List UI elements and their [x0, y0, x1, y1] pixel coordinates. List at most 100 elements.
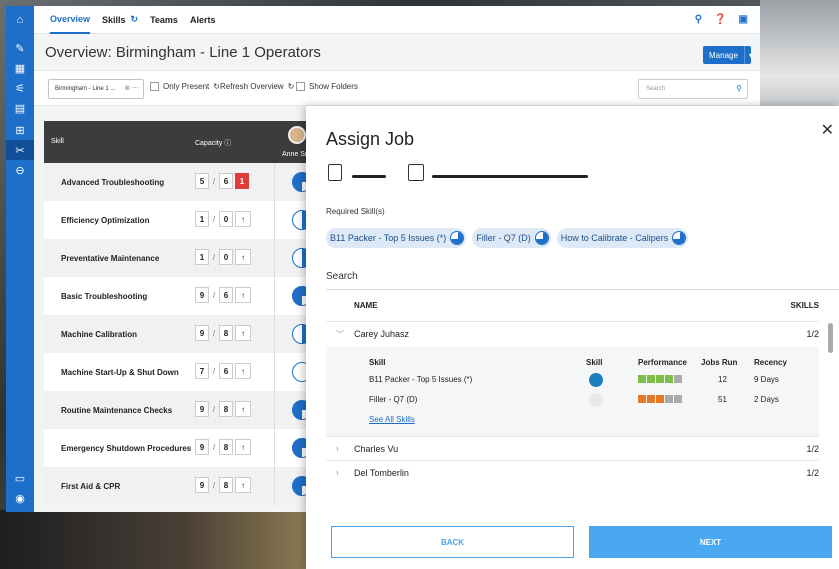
person-detail: Skill Skill Performance Jobs Run Recency… — [326, 346, 819, 436]
back-button[interactable]: BACK — [331, 526, 574, 558]
next-button[interactable]: NEXT — [589, 526, 832, 558]
detail-header-recency: Recency — [754, 358, 787, 367]
panel-icon[interactable]: ▣ — [739, 14, 748, 25]
person-name: Charles Vu — [354, 444, 399, 454]
arrow-up-icon[interactable]: ↑ — [235, 325, 251, 341]
grid-icon[interactable]: ▦ — [6, 58, 34, 78]
user-icon[interactable]: ◉ — [6, 488, 34, 508]
capacity-required: 8 — [219, 477, 233, 493]
required-skills-label: Required Skill(s) — [326, 207, 385, 216]
refresh-overview-button[interactable]: Refresh Overview ↻ — [220, 82, 294, 91]
table-icon[interactable]: ⊞ — [6, 120, 34, 140]
tab-skills[interactable]: Skills ↻ — [102, 6, 138, 34]
capacity-cell: 7/6 ↑ — [195, 363, 251, 379]
search-icon[interactable]: ⚲ — [695, 14, 702, 25]
arrow-up-icon[interactable]: ↑ — [235, 249, 251, 265]
scrollbar[interactable] — [828, 323, 833, 353]
capacity-cell: 9/8 ↑ — [195, 477, 251, 493]
skill-level-icon — [589, 373, 603, 387]
skill-level-icon — [589, 393, 603, 407]
skills-table-header: Skill Capacity ⓘ — [44, 121, 274, 163]
chevron-down-icon[interactable]: ﹀ — [336, 329, 344, 340]
table-row: Preventative Maintenance 1/0 ↑ — [44, 239, 314, 277]
person-name: Carey Juhasz — [354, 329, 410, 339]
list-item[interactable]: ﹀ Carey Juhasz 1/2 — [326, 321, 819, 345]
arrow-up-icon[interactable]: ↑ — [235, 401, 251, 417]
home-icon[interactable]: ⌂ — [6, 10, 34, 30]
redacted-text-bar — [352, 175, 386, 178]
skill-name: Efficiency Optimization — [61, 216, 150, 225]
skill-name: Machine Calibration — [61, 330, 138, 339]
clipboard-icon — [328, 164, 342, 181]
capacity-required: 8 — [219, 439, 233, 455]
slash: / — [212, 214, 216, 224]
capacity-value: 9 — [195, 325, 209, 341]
show-folders-checkbox[interactable]: Show Folders — [296, 82, 358, 91]
arrow-up-icon[interactable]: ↑ — [235, 363, 251, 379]
header-capacity-label: Capacity — [195, 140, 223, 147]
minus-circle-icon[interactable]: ⊖ — [6, 160, 34, 180]
skill-level-icon — [450, 231, 465, 245]
modal-title: Assign Job — [326, 129, 415, 149]
list-item[interactable]: › Charles Vu 1/2 — [326, 436, 819, 460]
arrow-up-icon[interactable]: ↑ — [235, 439, 251, 455]
help-icon[interactable]: ❓ — [714, 14, 726, 25]
chevron-down-icon[interactable]: ▾ — [743, 46, 757, 64]
detail-header-skill-level: Skill — [586, 358, 603, 367]
skill-chip[interactable]: Filler - Q7 (D) — [472, 228, 551, 248]
capacity-value: 5 — [195, 173, 209, 189]
col-skills: SKILLS — [790, 301, 819, 310]
slash: / — [212, 290, 216, 300]
capacity-cell: 9/8 ↑ — [195, 439, 251, 455]
tabs-bar: Overview Skills ↻ Teams Alerts ⚲ ❓ ▣ — [34, 6, 760, 34]
skill-name: Machine Start-Up & Shut Down — [61, 368, 179, 377]
clear-icon[interactable]: ⊗ ⋯ — [124, 84, 139, 92]
skill-chip-label: B11 Packer - Top 5 Issues (*) — [330, 233, 447, 243]
slash: / — [212, 442, 216, 452]
table-row: Machine Calibration 9/8 ↑ — [44, 315, 314, 353]
table-row: First Aid & CPR 9/8 ↑ — [44, 467, 314, 505]
only-present-checkbox[interactable]: Only Present ↻ — [150, 82, 220, 91]
skill-name: First Aid & CPR — [61, 482, 121, 491]
close-icon[interactable]: ✕ — [821, 120, 834, 140]
tab-teams[interactable]: Teams — [150, 6, 178, 34]
arrow-up-icon[interactable]: ↑ — [235, 211, 251, 227]
capacity-required: 6 — [219, 363, 233, 379]
sliders-icon[interactable]: ⚟ — [6, 78, 34, 98]
calendar-icon[interactable]: ▭ — [6, 468, 34, 488]
slash: / — [212, 328, 216, 338]
table-row: Advanced Troubleshooting 5/6 1 — [44, 163, 314, 201]
tab-alerts[interactable]: Alerts — [190, 6, 216, 34]
line-select[interactable]: Birmingham - Line 1 ... ⊗ ⋯ — [48, 79, 144, 99]
arrow-up-icon[interactable]: ↑ — [235, 477, 251, 493]
tools-icon[interactable]: ✂ — [6, 140, 34, 160]
capacity-value: 9 — [195, 477, 209, 493]
list-item[interactable]: › Del Tomberlin 1/2 — [326, 460, 819, 484]
skill-level-icon — [534, 231, 549, 245]
capacity-value: 9 — [195, 401, 209, 417]
refresh-icon: ↻ — [213, 82, 220, 91]
skill-chip[interactable]: B11 Packer - Top 5 Issues (*) — [326, 228, 467, 248]
overview-search-input[interactable]: Search ⚲ — [638, 79, 748, 99]
filter-row: Birmingham - Line 1 ... ⊗ ⋯ Only Present ↻… — [34, 70, 760, 106]
arrow-up-icon[interactable]: ↑ — [235, 287, 251, 303]
manage-button[interactable]: Manage ▾ — [703, 46, 753, 64]
table-row: Machine Start-Up & Shut Down 7/6 ↑ — [44, 353, 314, 391]
document-icon[interactable]: ▤ — [6, 98, 34, 118]
skill-name: Basic Troubleshooting — [61, 292, 148, 301]
search-icon: ⚲ — [736, 84, 742, 93]
capacity-value: 9 — [195, 287, 209, 303]
capacity-cell: 9/6 ↑ — [195, 287, 251, 303]
chevron-right-icon[interactable]: › — [336, 444, 339, 453]
manage-label: Manage — [709, 50, 738, 60]
capacity-cell: 1/0 ↑ — [195, 211, 251, 227]
person-name: Del Tomberlin — [354, 468, 409, 478]
skill-chip[interactable]: How to Calibrate - Calipers — [556, 228, 689, 248]
people-search-input[interactable]: Search — [326, 271, 358, 282]
chevron-right-icon[interactable]: › — [336, 468, 339, 477]
tab-overview[interactable]: Overview — [50, 6, 91, 34]
pencil-icon[interactable]: ✎ — [6, 38, 34, 58]
performance-bar — [638, 395, 682, 403]
capacity-required: 0 — [219, 211, 233, 227]
see-all-skills-link[interactable]: See All Skills — [369, 415, 415, 424]
